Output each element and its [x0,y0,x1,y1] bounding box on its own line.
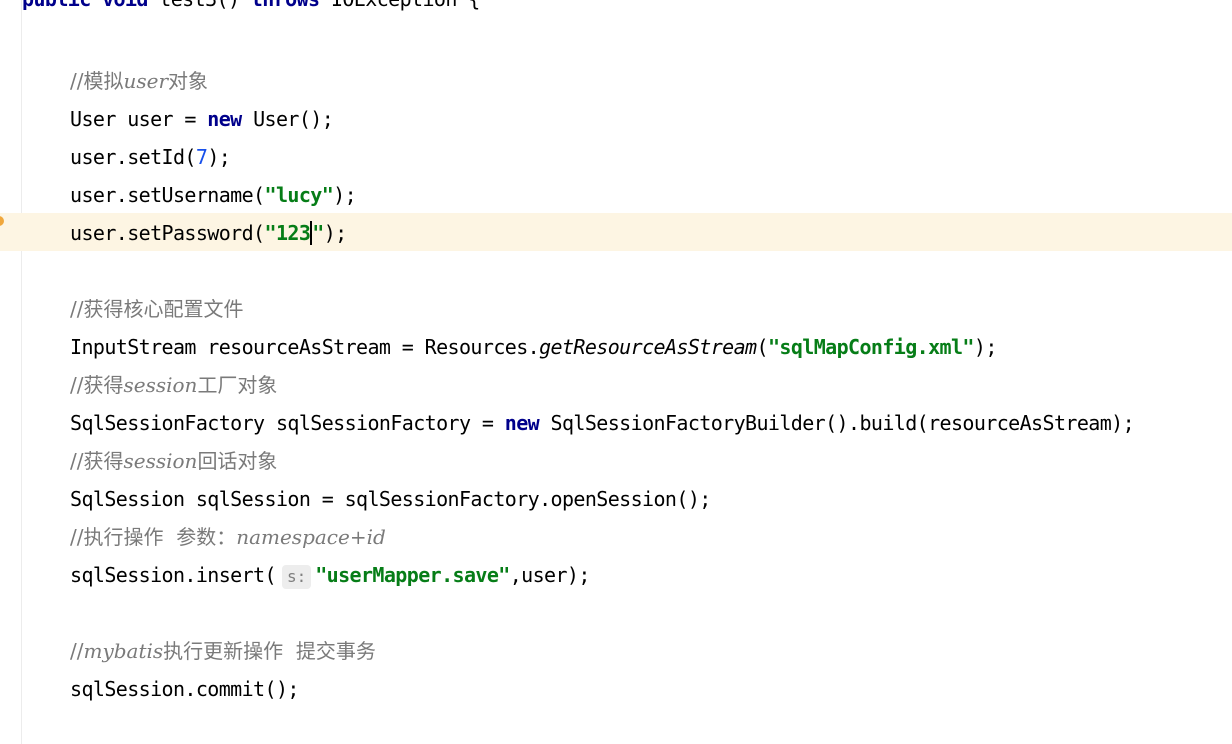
code-line-set-password[interactable]: user.setPassword("123 "); [70,214,347,252]
comment-get-config[interactable]: //获得核心配置文件 [70,290,243,328]
method-name: test3() [148,0,251,11]
editor-gutter-divider [21,0,22,744]
exception-type: IOException { [320,0,480,11]
code-line-set-id[interactable]: user.setId(7); [70,138,231,176]
password-string-end: " [312,221,324,245]
comment-get-factory[interactable]: //获得session工厂对象 [70,366,277,404]
comment-simulate-user[interactable]: //模拟user对象 [70,62,208,100]
code-line-factory[interactable]: SqlSessionFactory sqlSessionFactory = ne… [70,404,1135,442]
new-keyword: new [207,107,242,131]
static-method-call: getResourceAsStream [539,335,757,359]
set-password-call: user.setPassword( [70,221,265,245]
user-constructor: User(); [241,107,334,131]
new-keyword: new [504,411,540,435]
commit-call: sqlSession.commit(); [70,677,299,701]
id-number: 7 [195,145,208,169]
comment-get-session[interactable]: //获得session回话对象 [70,442,277,480]
insert-close: ,user); [509,563,591,587]
set-id-call: user.setId( [70,145,196,169]
comment-execute-op[interactable]: //执行操作 参数：namespace+id [70,518,386,556]
user-decl: User user = [70,107,208,131]
comment-commit[interactable]: //mybatis执行更新操作 提交事务 [70,632,376,670]
comment-text: //获得session工厂对象 [70,373,278,397]
set-username-close: ); [333,183,357,207]
code-line-input-stream[interactable]: InputStream resourceAsStream = Resources… [70,328,997,366]
set-id-close: ); [207,145,231,169]
code-line-commit[interactable]: sqlSession.commit(); [70,670,299,708]
set-username-call: user.setUsername( [70,183,265,207]
code-line-insert[interactable]: sqlSession.insert(s: "userMapper.save",us… [70,556,590,594]
code-line-set-username[interactable]: user.setUsername("lucy"); [70,176,357,214]
comment-text: //执行操作 参数：namespace+id [70,525,386,549]
username-string: "lucy" [264,183,334,207]
comment-text: //获得session回话对象 [70,449,278,473]
comment-text: //获得核心配置文件 [70,297,244,321]
password-string-start: "123 [264,221,311,245]
comment-text: //模拟user对象 [70,69,209,93]
comment-text: //mybatis执行更新操作 提交事务 [70,639,376,663]
config-file-string: "sqlMapConfig.xml" [767,335,975,359]
statement-id-string: "userMapper.save" [315,563,510,587]
parameter-hint: s: [281,564,312,589]
method-modifiers: public void [22,0,148,11]
stream-close: ); [973,335,997,359]
method-signature-line[interactable]: public void test3() throws IOException { [22,0,480,18]
factory-builder-call: SqlSessionFactoryBuilder().build(resourc… [539,411,1135,435]
set-password-close: ); [323,221,347,245]
session-decl: SqlSession sqlSession = sqlSessionFactor… [70,487,711,511]
factory-decl: SqlSessionFactory sqlSessionFactory = [70,411,505,435]
throws-keyword: throws [251,0,320,11]
code-line-session[interactable]: SqlSession sqlSession = sqlSessionFactor… [70,480,711,518]
insert-call: sqlSession.insert( [70,563,277,587]
stream-decl: InputStream resourceAsStream = Resources… [70,335,540,359]
code-line-user-decl[interactable]: User user = new User(); [70,100,334,138]
stream-open-paren: ( [756,335,768,359]
